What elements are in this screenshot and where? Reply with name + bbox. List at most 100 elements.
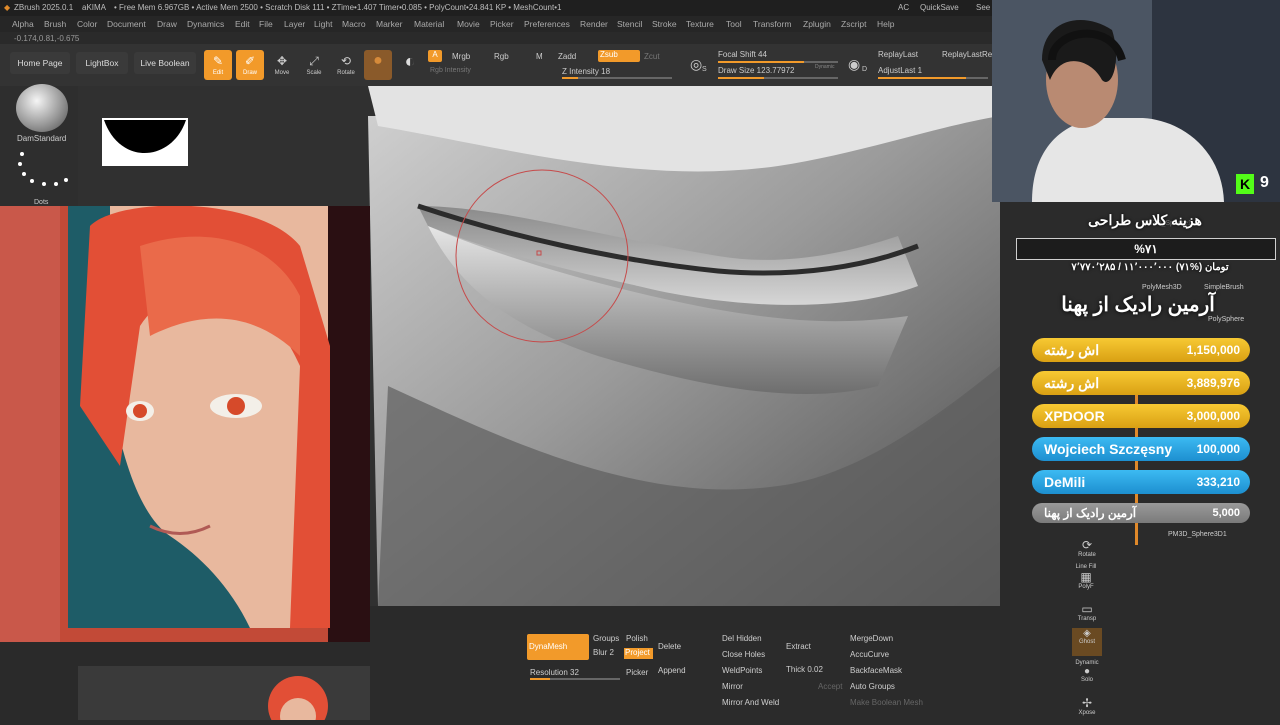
rotate-view-button[interactable]: ⟳ Rotate [1076, 538, 1098, 558]
dynamesh-button[interactable]: DynaMesh [527, 634, 589, 660]
del-hidden-button[interactable]: Del Hidden [722, 634, 762, 643]
polymesh3d-tool[interactable]: PolyMesh3D [1142, 284, 1182, 291]
zcut-button[interactable]: Zcut [644, 52, 660, 61]
append-button[interactable]: Append [658, 666, 686, 675]
accept-button[interactable]: Accept [818, 682, 842, 691]
weld-points-button[interactable]: WeldPoints [722, 666, 762, 675]
menu-layer[interactable]: Layer [284, 16, 305, 32]
menu-transform[interactable]: Transform [753, 16, 791, 32]
menu-movie[interactable]: Movie [457, 16, 480, 32]
project-toggle[interactable]: Project [624, 648, 653, 659]
draw-mode-button[interactable]: ✐ Draw [236, 50, 264, 80]
resolution-track[interactable] [530, 678, 620, 680]
goal-percent: %۷۱ [1134, 242, 1158, 256]
menu-material[interactable]: Material [414, 16, 444, 32]
menu-brush[interactable]: Brush [44, 16, 66, 32]
z-intensity-slider[interactable]: Z Intensity 18 [562, 67, 610, 76]
make-boolean-mesh-button[interactable]: Make Boolean Mesh [850, 698, 923, 707]
menu-document[interactable]: Document [107, 16, 146, 32]
menu-texture[interactable]: Texture [686, 16, 714, 32]
polish-toggle[interactable]: Polish [626, 634, 648, 643]
draw-size-track[interactable] [718, 77, 838, 79]
transp-button[interactable]: ▭ Transp [1076, 602, 1098, 622]
stroke-preview[interactable] [14, 148, 72, 198]
picker-button[interactable]: Picker [626, 668, 648, 677]
mirror-and-weld-button[interactable]: Mirror And Weld [722, 698, 779, 707]
menu-stencil[interactable]: Stencil [617, 16, 643, 32]
quicksave-button[interactable]: QuickSave [920, 0, 959, 16]
mrgb-button[interactable]: Mrgb [452, 52, 470, 61]
focal-shift-track[interactable] [718, 61, 838, 63]
blur-slider[interactable]: Blur 2 [593, 648, 614, 657]
scale-icon: ⤢ [309, 54, 319, 68]
menu-dynamics[interactable]: Dynamics [187, 16, 224, 32]
solo-button[interactable]: Dynamic ● Solo [1074, 660, 1100, 683]
accucurve-toggle[interactable]: AccuCurve [850, 650, 889, 659]
zsub-button[interactable]: Zsub [598, 50, 640, 62]
menu-macro[interactable]: Macro [342, 16, 366, 32]
menu-marker[interactable]: Marker [376, 16, 402, 32]
z-intensity-track[interactable] [562, 77, 672, 79]
focal-shift-slider[interactable]: Focal Shift 44 [718, 50, 767, 59]
rotate-icon: ⟲ [340, 54, 352, 68]
live-boolean-button[interactable]: Live Boolean [134, 52, 196, 74]
thick-slider[interactable]: Thick 0.02 [786, 665, 823, 674]
menu-color[interactable]: Color [77, 16, 97, 32]
ghost-button[interactable]: ◈ Ghost [1072, 628, 1102, 656]
line-fill-button[interactable]: Line Fill ▦ PolyF [1072, 564, 1100, 590]
dynamic-toggle[interactable]: Dynamic [815, 64, 834, 70]
xpose-button[interactable]: ✢ Xpose [1076, 696, 1098, 716]
lightbox-button[interactable]: LightBox [76, 52, 128, 74]
delete-button[interactable]: Delete [658, 642, 681, 651]
see-through-label[interactable]: See [976, 0, 990, 16]
simplebrush-tool[interactable]: SimpleBrush [1204, 284, 1244, 291]
menu-stroke[interactable]: Stroke [652, 16, 677, 32]
close-holes-button[interactable]: Close Holes [722, 650, 765, 659]
brush-preview-icon[interactable] [16, 84, 68, 132]
replay-last-rel-button[interactable]: ReplayLastRel [942, 50, 994, 59]
menu-draw[interactable]: Draw [157, 16, 177, 32]
merge-down-button[interactable]: MergeDown [850, 634, 893, 643]
edit-mode-button[interactable]: ✎ Edit [204, 50, 232, 80]
menu-edit[interactable]: Edit [235, 16, 250, 32]
ac-label[interactable]: AC [898, 0, 909, 16]
menu-preferences[interactable]: Preferences [524, 16, 570, 32]
zadd-button[interactable]: Zadd [558, 52, 576, 61]
home-page-button[interactable]: Home Page [10, 52, 70, 74]
menu-light[interactable]: Light [314, 16, 332, 32]
rotate-mode-button[interactable]: ⟲ Rotate [332, 50, 360, 80]
menu-zplugin[interactable]: Zplugin [803, 16, 831, 32]
menu-file[interactable]: File [259, 16, 273, 32]
rgb-intensity-slider[interactable]: Rgb Intensity [430, 67, 471, 74]
alpha-preview[interactable] [102, 118, 188, 166]
adjust-last-track[interactable] [878, 77, 988, 79]
subtool-sphere3d1[interactable]: PM3D_Sphere3D1 [1168, 531, 1227, 538]
color-picker-button[interactable]: ◐ [396, 50, 424, 80]
resolution-slider[interactable]: Resolution 32 [530, 668, 579, 677]
replay-last-button[interactable]: ReplayLast [878, 50, 918, 59]
lazy-mouse-icon[interactable]: ◎ [690, 56, 702, 73]
rgb-button[interactable]: Rgb [494, 52, 509, 61]
menu-tool[interactable]: Tool [726, 16, 742, 32]
menu-alpha[interactable]: Alpha [12, 16, 34, 32]
menu-help[interactable]: Help [877, 16, 894, 32]
a-toggle[interactable]: A [428, 50, 442, 62]
scale-mode-button[interactable]: ⤢ Scale [300, 50, 328, 80]
auto-groups-button[interactable]: Auto Groups [850, 682, 895, 691]
move-mode-button[interactable]: ✥ Move [268, 50, 296, 80]
backface-mask-toggle[interactable]: BackfaceMask [850, 666, 902, 675]
polyframe-icon: ▦ [1080, 570, 1092, 584]
menu-picker[interactable]: Picker [490, 16, 514, 32]
adjust-last-slider[interactable]: AdjustLast 1 [878, 66, 922, 75]
material-swatch[interactable]: ● [364, 50, 392, 80]
extract-button[interactable]: Extract [786, 642, 811, 651]
donor-banner: آرمین رادیک از پهنا [1061, 294, 1215, 316]
m-button[interactable]: M [536, 52, 543, 61]
mirror-button[interactable]: Mirror [722, 682, 743, 691]
groups-toggle[interactable]: Groups [593, 634, 619, 643]
menu-render[interactable]: Render [580, 16, 608, 32]
menu-zscript[interactable]: Zscript [841, 16, 867, 32]
polysphere-tool[interactable]: PolySphere [1208, 316, 1244, 323]
replay-icon[interactable]: ◉ [848, 56, 860, 73]
draw-size-slider[interactable]: Draw Size 123.77972 [718, 66, 795, 75]
